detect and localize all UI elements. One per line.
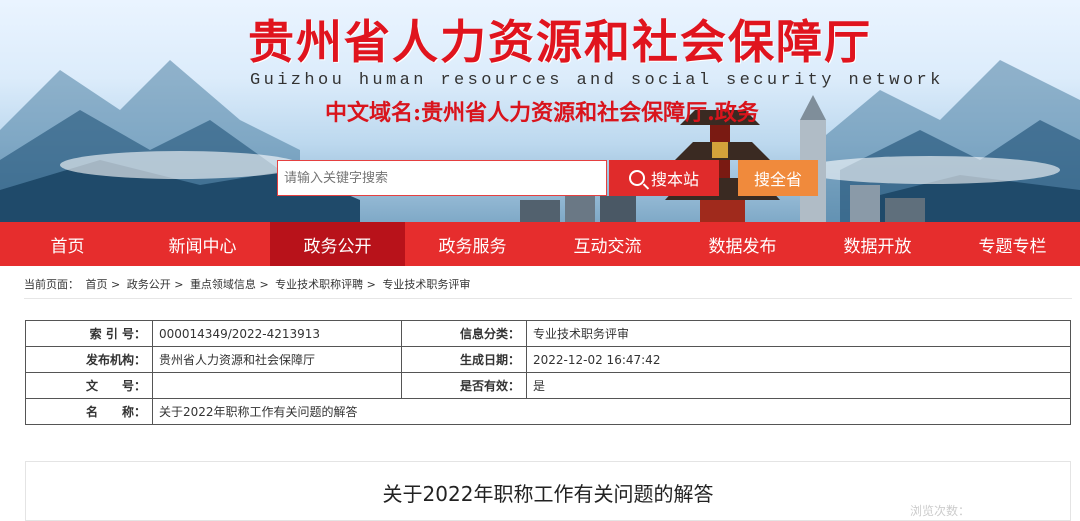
table-row: 名 称： 关于2022年职称工作有关问题的解答	[25, 398, 1071, 425]
publisher-value: 贵州省人力资源和社会保障厅	[152, 346, 402, 373]
search-input[interactable]	[277, 160, 607, 196]
index-number-value: 000014349/2022-4213913	[152, 320, 402, 347]
search-site-label: 搜本站	[650, 170, 699, 189]
category-label: 信息分类：	[401, 320, 527, 347]
site-subtitle: Guizhou human resources and social secur…	[250, 71, 944, 90]
chinese-domain-name: 中文域名:贵州省人力资源和社会保障厅.政务	[325, 100, 759, 126]
nav-item-special-topics[interactable]: 专题专栏	[945, 222, 1080, 266]
breadcrumb-separator: >	[174, 278, 184, 291]
breadcrumb-prefix: 当前页面：	[24, 278, 79, 291]
search-icon	[628, 170, 645, 186]
index-number-label: 索 引 号：	[25, 320, 153, 347]
breadcrumb-current[interactable]: 专业技术职务评审	[382, 278, 470, 291]
header-banner: 贵州省人力资源和社会保障厅 Guizhou human resources an…	[0, 0, 1080, 222]
view-count-label: 浏览次数：	[909, 504, 970, 518]
table-row: 文 号： 是否有效： 是	[25, 372, 1071, 399]
main-nav: 首页 新闻中心 政务公开 政务服务 互动交流 数据发布 数据开放 专题专栏	[0, 222, 1080, 266]
document-number-value	[152, 372, 402, 399]
breadcrumb-title-evaluation[interactable]: 专业技术职称评聘	[275, 278, 363, 291]
search-province-button[interactable]: 搜全省	[738, 160, 818, 196]
breadcrumb: 当前页面： 首页 > 政务公开 > 重点领域信息 > 专业技术职称评聘 > 专业…	[24, 276, 470, 292]
table-row: 发布机构： 贵州省人力资源和社会保障厅 生成日期： 2022-12-02 16:…	[25, 346, 1071, 373]
search-province-label: 搜全省	[753, 170, 802, 189]
site-title: 贵州省人力资源和社会保障厅	[248, 15, 872, 69]
breadcrumb-separator: >	[111, 278, 121, 291]
table-row: 索 引 号： 000014349/2022-4213913 信息分类： 专业技术…	[25, 320, 1071, 347]
divider	[24, 298, 1072, 299]
nav-item-open-data[interactable]: 数据开放	[810, 222, 945, 266]
validity-label: 是否有效：	[401, 372, 527, 399]
article-container: 关于2022年职称工作有关问题的解答 浏览次数：	[25, 461, 1071, 521]
nav-item-news[interactable]: 新闻中心	[135, 222, 270, 266]
search-site-button[interactable]: 搜本站	[609, 160, 719, 196]
name-label: 名 称：	[25, 398, 153, 425]
document-info-table: 索 引 号： 000014349/2022-4213913 信息分类： 专业技术…	[25, 320, 1071, 425]
name-value: 关于2022年职称工作有关问题的解答	[152, 398, 1071, 425]
category-value: 专业技术职务评审	[526, 320, 1071, 347]
validity-value: 是	[526, 372, 1071, 399]
publisher-label: 发布机构：	[25, 346, 153, 373]
nav-item-home[interactable]: 首页	[0, 222, 135, 266]
breadcrumb-key-areas[interactable]: 重点领域信息	[190, 278, 256, 291]
document-number-label: 文 号：	[25, 372, 153, 399]
breadcrumb-government-affairs[interactable]: 政务公开	[127, 278, 171, 291]
nav-item-data-release[interactable]: 数据发布	[675, 222, 810, 266]
nav-item-government-affairs[interactable]: 政务公开	[270, 222, 405, 266]
breadcrumb-separator: >	[259, 278, 269, 291]
breadcrumb-separator: >	[366, 278, 376, 291]
date-label: 生成日期：	[401, 346, 527, 373]
nav-item-services[interactable]: 政务服务	[405, 222, 540, 266]
nav-item-interaction[interactable]: 互动交流	[540, 222, 675, 266]
breadcrumb-home[interactable]: 首页	[86, 278, 108, 291]
date-value: 2022-12-02 16:47:42	[526, 346, 1071, 373]
